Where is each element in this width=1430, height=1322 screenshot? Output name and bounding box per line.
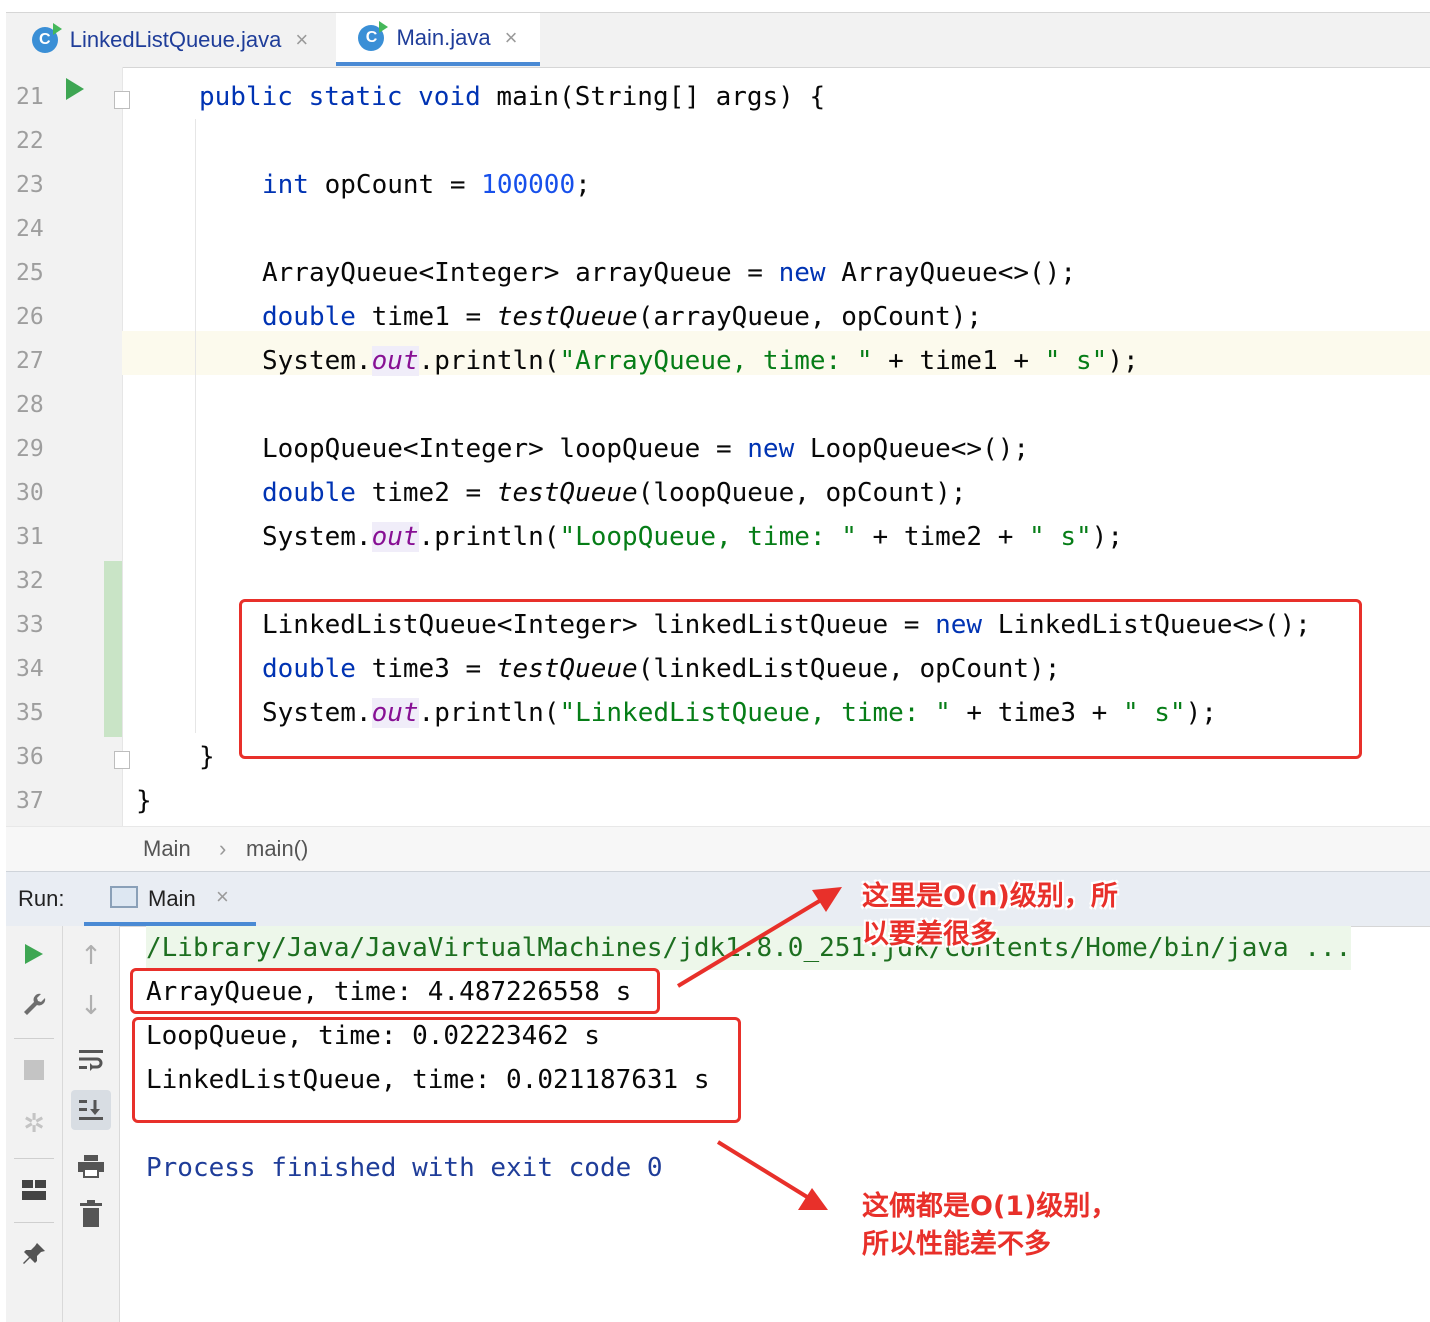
annotation-text: 所以性能差不多 xyxy=(862,1229,1051,1260)
annotation-text: 这俩都是O(1)级别， xyxy=(862,1191,1118,1222)
annotation-text: 这里是O(n)级别，所 xyxy=(862,881,1118,912)
annotation-note-o1: 这俩都是O(1)级别， 所以性能差不多 xyxy=(862,1188,1117,1264)
annotation-note-on: 这里是O(n)级别，所 以要差很多 xyxy=(862,878,1118,954)
annotation-text: 以要差很多 xyxy=(862,919,997,950)
arrow-head-icon xyxy=(798,1188,828,1210)
annotation-arrows xyxy=(676,887,842,1210)
arrow-head-icon xyxy=(812,887,842,912)
